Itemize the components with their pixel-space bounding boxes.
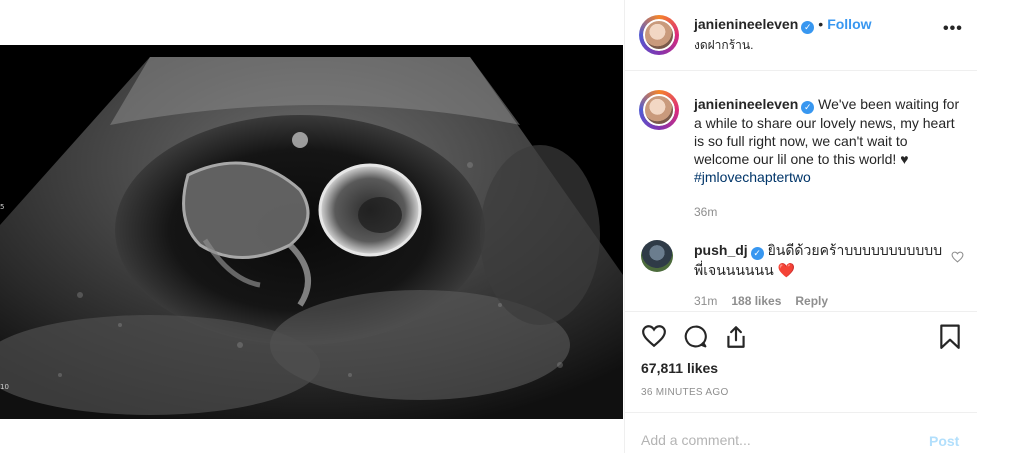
caption-hashtag[interactable]: #jmlovechaptertwo xyxy=(694,169,811,185)
comment-reply-button[interactable]: Reply xyxy=(795,294,828,308)
verified-badge-icon: ✓ xyxy=(801,101,815,114)
post-comment-button[interactable]: Post xyxy=(929,433,959,449)
author-avatar[interactable] xyxy=(639,15,679,55)
post-header: janienineeleven ✓ • Follow งดฝากร้าน. ••• xyxy=(625,0,977,71)
caption-author-avatar-image xyxy=(643,94,675,126)
post-caption: janienineeleven ✓ We've been waiting for … xyxy=(694,95,966,186)
follow-button[interactable]: Follow xyxy=(827,16,871,32)
caption-author-avatar[interactable] xyxy=(639,90,679,130)
depth-scale-mark: 10 xyxy=(0,383,9,391)
comment-item: push_dj ✓ ยินดีด้วยคร้าบบบบบบบบบบบพี่เจนน… xyxy=(694,240,944,280)
comment-time: 31m xyxy=(694,294,718,308)
like-heart-icon[interactable] xyxy=(641,324,667,353)
post-side-panel: janienineeleven ✓ • Follow งดฝากร้าน. ••• j… xyxy=(624,0,977,453)
author-username[interactable]: janienineeleven xyxy=(694,16,798,32)
verified-badge-icon: ✓ xyxy=(750,247,764,260)
separator-dot: • xyxy=(818,16,824,32)
add-comment-input[interactable] xyxy=(641,432,911,448)
comment-like-icon[interactable] xyxy=(951,250,964,268)
caption-author-username[interactable]: janienineeleven xyxy=(694,96,798,112)
verified-badge-icon: ✓ xyxy=(801,21,815,34)
more-options-icon[interactable]: ••• xyxy=(943,20,963,38)
ultrasound-image xyxy=(0,57,623,419)
share-icon[interactable] xyxy=(723,324,749,355)
post-location[interactable]: งดฝากร้าน. xyxy=(694,36,753,55)
posted-time: 36 MINUTES AGO xyxy=(641,387,729,398)
header-author-line: janienineeleven ✓ • Follow xyxy=(694,16,872,34)
depth-scale-mark: 5 xyxy=(0,203,5,211)
post-image-ultrasound[interactable]: 5 10 xyxy=(0,45,623,419)
save-bookmark-icon[interactable] xyxy=(939,324,961,355)
comment-bubble-icon[interactable] xyxy=(683,324,708,354)
media-area: 5 10 xyxy=(0,0,625,453)
comment-meta: 31m 188 likes Reply xyxy=(694,294,842,308)
likes-count[interactable]: 67,811 likes xyxy=(641,360,718,376)
comment-likes[interactable]: 188 likes xyxy=(731,294,781,308)
post-actions: 67,811 likes 36 MINUTES AGO xyxy=(625,311,977,412)
commenter-avatar[interactable] xyxy=(641,240,673,272)
caption-timestamp: 36m xyxy=(694,205,718,219)
author-avatar-image xyxy=(643,19,675,51)
add-comment-bar: Post xyxy=(625,412,977,453)
comment-author-username[interactable]: push_dj xyxy=(694,242,748,258)
instagram-post-view: 5 10 janienineeleven ✓ • Follow งดฝากร้าน. … xyxy=(0,0,1023,453)
